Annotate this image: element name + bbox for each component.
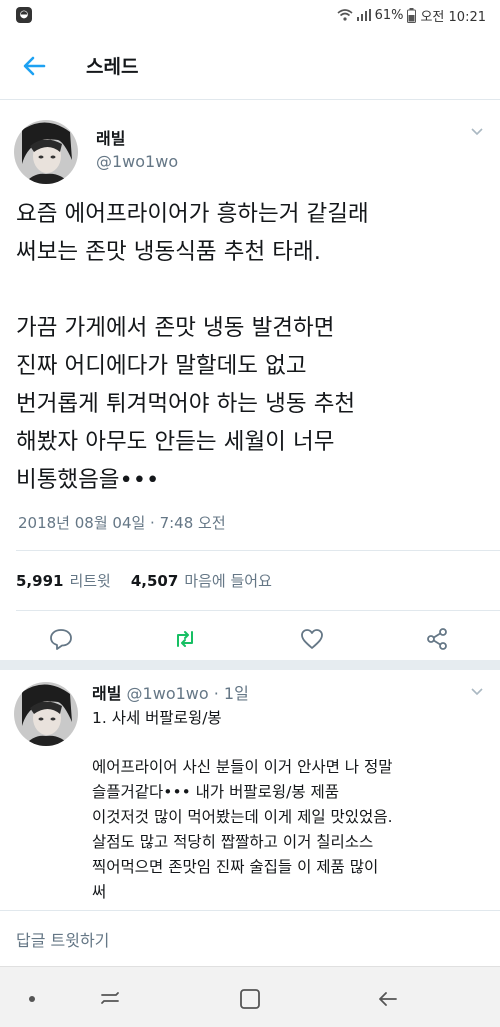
retweet-icon[interactable] bbox=[172, 626, 198, 652]
reply-tweet[interactable]: 래빌 @1wo1wo · 1일 1. 사세 버팔로윙/봉 에어프라이어 사신 분… bbox=[0, 670, 500, 910]
like-count[interactable]: 4,507 bbox=[131, 572, 178, 590]
chevron-down-icon[interactable] bbox=[470, 124, 484, 138]
system-nav-bar bbox=[0, 966, 500, 1027]
tweet-line-break bbox=[16, 271, 486, 309]
divider bbox=[16, 610, 500, 611]
divider bbox=[16, 550, 500, 551]
main-tweet: 래빌 @1wo1wo 요즘 에어프라이어가 흥하는거 같길래 써보는 존맛 냉동… bbox=[0, 100, 500, 660]
battery-percent: 61% bbox=[374, 7, 404, 23]
reply-line: 에어프라이어 사신 분들이 이거 안사면 나 정말 bbox=[92, 758, 393, 776]
thread-separator bbox=[0, 660, 500, 670]
page-title: 스레드 bbox=[86, 56, 139, 78]
wifi-icon bbox=[337, 9, 353, 21]
author-name[interactable]: 래빌 bbox=[92, 684, 121, 703]
heart-icon[interactable] bbox=[299, 626, 325, 652]
reply-header: 래빌 @1wo1wo · 1일 bbox=[92, 680, 249, 704]
recent-apps-icon[interactable] bbox=[96, 985, 124, 1013]
tweet-line: 가끔 가게에서 존맛 냉동 발견하면 bbox=[16, 315, 335, 341]
chevron-down-icon[interactable] bbox=[470, 684, 484, 698]
status-bar: ◒ 61% 오전 10:21 bbox=[0, 0, 500, 30]
like-label[interactable]: 마음에 들어요 bbox=[184, 570, 272, 591]
tweet-age: · 1일 bbox=[213, 684, 249, 703]
signal-icon bbox=[356, 9, 371, 21]
share-icon[interactable] bbox=[424, 626, 450, 652]
app-bar: 스레드 bbox=[0, 30, 500, 100]
reply-line: 찍어먹으면 존맛임 진짜 술집들 이 제품 많이 bbox=[92, 858, 379, 876]
author-handle[interactable]: @1wo1wo bbox=[96, 152, 178, 171]
tweet-line: 요즘 에어프라이어가 흥하는거 같길래 bbox=[16, 201, 369, 227]
reply-line: 슬플거같다••• 내가 버팔로윙/봉 제품 bbox=[92, 783, 340, 801]
back-nav-icon[interactable] bbox=[374, 985, 402, 1013]
author-name[interactable]: 래빌 bbox=[96, 125, 125, 149]
dot-icon[interactable] bbox=[18, 985, 46, 1013]
reply-line: 1. 사세 버팔로윙/봉 bbox=[92, 709, 222, 727]
status-time: 오전 10:21 bbox=[420, 9, 486, 25]
tweet-line: 해봤자 아무도 안듣는 세월이 너무 bbox=[16, 429, 335, 455]
tweet-stats: 5,991 리트윗 4,507 마음에 들어요 bbox=[16, 570, 272, 591]
status-indicators: 61% 오전 10:21 bbox=[337, 6, 486, 25]
reply-line: 이것저것 많이 먹어봤는데 이게 제일 맛있었음. bbox=[92, 808, 393, 826]
tweet-timestamp[interactable]: 2018년 08월 04일 · 7:48 오전 bbox=[18, 512, 226, 533]
retweet-count[interactable]: 5,991 bbox=[16, 572, 63, 590]
battery-icon bbox=[407, 7, 417, 23]
reply-line: 살점도 많고 적당히 짭짤하고 이거 칠리소스 bbox=[92, 833, 374, 851]
home-icon[interactable] bbox=[236, 985, 264, 1013]
avatar[interactable] bbox=[14, 682, 78, 746]
reply-line-break bbox=[92, 731, 492, 755]
avatar[interactable] bbox=[14, 120, 78, 184]
reply-input[interactable]: 답글 트윗하기 bbox=[16, 927, 109, 951]
retweet-label[interactable]: 리트윗 bbox=[69, 570, 110, 591]
reply-icon[interactable] bbox=[48, 626, 74, 652]
tweet-text: 요즘 에어프라이어가 흥하는거 같길래 써보는 존맛 냉동식품 추천 타래. 가… bbox=[16, 195, 486, 499]
tweet-line: 번거롭게 튀겨먹어야 하는 냉동 추천 bbox=[16, 391, 356, 417]
reply-composer[interactable]: 답글 트윗하기 bbox=[0, 910, 500, 966]
tweet-line: 비통했음을••• bbox=[16, 467, 160, 493]
app-notification-icon: ◒ bbox=[16, 7, 32, 23]
tweet-actions bbox=[0, 620, 500, 660]
reply-text: 1. 사세 버팔로윙/봉 에어프라이어 사신 분들이 이거 안사면 나 정말 슬… bbox=[92, 706, 492, 905]
reply-line: 써 bbox=[92, 883, 107, 901]
author-handle[interactable]: @1wo1wo bbox=[127, 684, 209, 703]
arrow-left-icon[interactable] bbox=[18, 50, 50, 82]
tweet-line: 진짜 어디에다가 말할데도 없고 bbox=[16, 353, 307, 379]
tweet-line: 써보는 존맛 냉동식품 추천 타래. bbox=[16, 239, 321, 265]
